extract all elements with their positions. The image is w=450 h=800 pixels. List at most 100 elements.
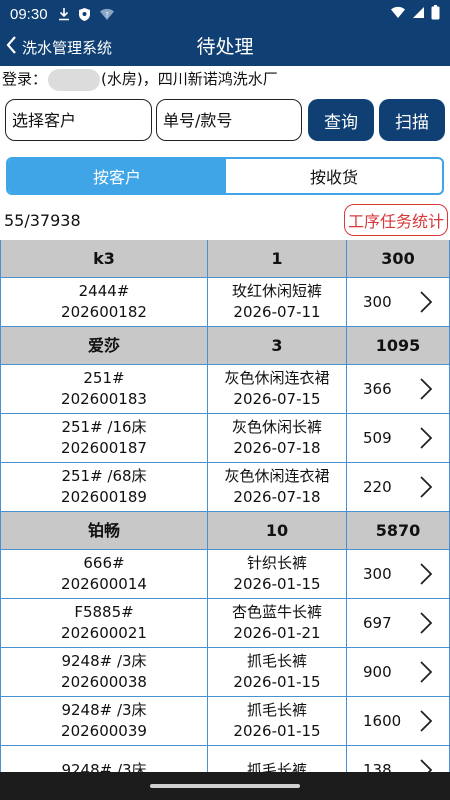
quantity: 220 xyxy=(363,477,392,496)
login-suffix: (水房)，四川新诺鸿洗水厂 xyxy=(101,70,278,88)
style-cell: 玫红休闲短裤 2026-07-11 xyxy=(208,278,347,326)
group-total-qty: 1095 xyxy=(347,327,450,364)
order-number: 202600014 xyxy=(61,575,147,593)
signal-icon xyxy=(412,5,425,23)
order-code: 251# /16床 xyxy=(61,418,147,436)
style-name: 抓毛长裤 xyxy=(246,652,307,670)
tab-by-customer[interactable]: 按客户 xyxy=(8,159,226,193)
group-row: k3 1 300 xyxy=(0,240,450,278)
style-cell: 针织长裤 2026-01-15 xyxy=(208,550,347,598)
login-prefix: 登录： xyxy=(2,70,48,88)
quantity: 300 xyxy=(363,292,392,311)
style-name: 抓毛长裤 xyxy=(246,701,307,719)
login-info: 登录： (水房)，四川新诺鸿洗水厂 xyxy=(2,66,278,92)
qty-cell: 366 xyxy=(347,365,450,413)
quantity: 1600 xyxy=(363,711,402,730)
battery-icon xyxy=(431,4,440,24)
order-date: 2026-01-15 xyxy=(233,575,321,593)
style-cell: 抓毛长裤 2026-01-15 xyxy=(208,648,347,696)
chevron-right-icon[interactable] xyxy=(419,611,433,635)
order-number: 202600182 xyxy=(61,303,147,321)
table-row[interactable]: 9248# /3床 202600039 抓毛长裤 2026-01-15 1600 xyxy=(0,697,450,746)
table-row[interactable]: 2444# 202600182 玫红休闲短裤 2026-07-11 300 xyxy=(0,278,450,327)
quantity: 366 xyxy=(363,379,392,398)
order-code: 2444# xyxy=(78,282,130,300)
wifi-question-icon: ? xyxy=(99,7,115,21)
qty-cell: 697 xyxy=(347,599,450,647)
chevron-right-icon[interactable] xyxy=(419,290,433,314)
group-order-count: 10 xyxy=(208,512,347,549)
chevron-right-icon[interactable] xyxy=(419,426,433,450)
group-customer: 爱莎 xyxy=(0,327,208,364)
table-row[interactable]: F5885# 202600021 杏色蓝牛长裤 2026-01-21 697 xyxy=(0,599,450,648)
table-row[interactable]: 251# /16床 202600187 灰色休闲长裤 2026-07-18 509 xyxy=(0,414,450,463)
order-number: 202600038 xyxy=(61,673,147,691)
style-cell: 抓毛长裤 2026-01-15 xyxy=(208,697,347,745)
table-row[interactable]: 9248# /3床 202600038 抓毛长裤 2026-01-15 900 xyxy=(0,648,450,697)
order-code: F5885# xyxy=(74,603,134,621)
back-button[interactable]: 洗水管理系统 xyxy=(4,28,112,66)
qty-cell: 300 xyxy=(347,550,450,598)
order-code-cell: 9248# /3床 202600038 xyxy=(0,648,208,696)
order-date: 2026-01-21 xyxy=(233,624,321,642)
tab-by-receipt[interactable]: 按收货 xyxy=(226,159,442,193)
quantity: 509 xyxy=(363,428,392,447)
chevron-right-icon[interactable] xyxy=(419,377,433,401)
order-code-cell: 666# 202600014 xyxy=(0,550,208,598)
order-code: 251# /68床 xyxy=(61,467,147,485)
style-cell: 灰色休闲连衣裙 2026-07-15 xyxy=(208,365,347,413)
group-row: 爱莎 3 1095 xyxy=(0,327,450,365)
style-cell: 杏色蓝牛长裤 2026-01-21 xyxy=(208,599,347,647)
chevron-left-icon xyxy=(4,34,20,60)
query-button[interactable]: 查询 xyxy=(308,99,374,141)
order-code: 9248# /3床 xyxy=(61,652,147,670)
order-date: 2026-01-15 xyxy=(233,722,321,740)
quantity: 900 xyxy=(363,662,392,681)
style-cell: 灰色休闲长裤 2026-07-18 xyxy=(208,414,347,462)
scan-button[interactable]: 扫描 xyxy=(379,99,445,141)
status-bar: 09:30 ? xyxy=(0,0,450,28)
status-time: 09:30 xyxy=(10,5,48,23)
table-row[interactable]: 251# 202600183 灰色休闲连衣裙 2026-07-15 366 xyxy=(0,365,450,414)
order-code: 666# xyxy=(83,554,125,572)
quantity: 300 xyxy=(363,564,392,583)
table-row[interactable]: 251# /68床 202600189 灰色休闲连衣裙 2026-07-18 220 xyxy=(0,463,450,512)
style-name: 灰色休闲长裤 xyxy=(231,418,322,436)
task-table: k3 1 300 2444# 202600182 玫红休闲短裤 2026-07-11 300 爱… xyxy=(0,240,450,795)
order-code-cell: F5885# 202600021 xyxy=(0,599,208,647)
order-code: 9248# /3床 xyxy=(61,701,147,719)
group-total-qty: 300 xyxy=(347,240,450,277)
back-label: 洗水管理系统 xyxy=(22,38,113,57)
process-stats-button[interactable]: 工序任务统计 xyxy=(343,204,448,236)
chevron-right-icon[interactable] xyxy=(419,562,433,586)
view-tabs: 按客户 按收货 xyxy=(6,157,444,195)
order-code-cell: 2444# 202600182 xyxy=(0,278,208,326)
chevron-right-icon[interactable] xyxy=(419,475,433,499)
order-code: 251# xyxy=(83,369,125,387)
group-customer: 铂畅 xyxy=(0,512,208,549)
redacted-username xyxy=(48,68,101,91)
chevron-right-icon[interactable] xyxy=(419,660,433,684)
order-number: 202600187 xyxy=(61,439,147,457)
order-date: 2026-07-18 xyxy=(233,488,321,506)
app-bar: 洗水管理系统 待处理 xyxy=(0,28,450,66)
group-customer: k3 xyxy=(0,240,208,277)
svg-text:?: ? xyxy=(105,11,109,19)
order-code-cell: 251# /16床 202600187 xyxy=(0,414,208,462)
navigation-bar xyxy=(0,772,450,800)
group-order-count: 3 xyxy=(208,327,347,364)
order-number: 202600189 xyxy=(61,488,147,506)
style-name: 玫红休闲短裤 xyxy=(231,282,322,300)
table-row[interactable]: 666# 202600014 针织长裤 2026-01-15 300 xyxy=(0,550,450,599)
order-search-input[interactable] xyxy=(156,99,302,141)
order-number: 202600039 xyxy=(61,722,147,740)
qty-cell: 509 xyxy=(347,414,450,462)
style-cell: 灰色休闲连衣裙 2026-07-18 xyxy=(208,463,347,511)
chevron-right-icon[interactable] xyxy=(419,709,433,733)
order-code-cell: 251# /68床 202600189 xyxy=(0,463,208,511)
customer-select-input[interactable] xyxy=(5,99,152,141)
order-number: 202600021 xyxy=(61,624,147,642)
home-handle[interactable] xyxy=(150,784,300,788)
download-icon xyxy=(58,7,70,21)
style-name: 灰色休闲连衣裙 xyxy=(224,467,330,485)
